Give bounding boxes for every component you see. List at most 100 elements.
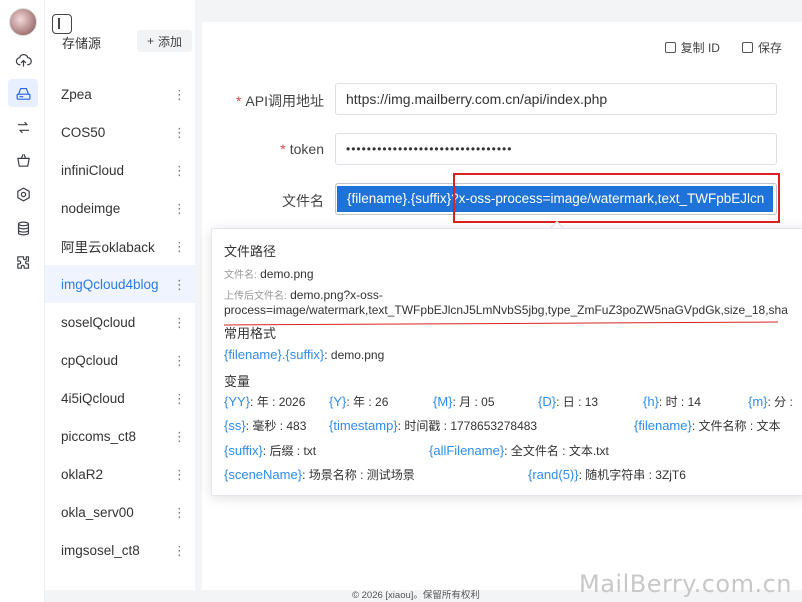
variable-name: {allFilename} [429,443,505,458]
storage-list-item[interactable]: 4i5iQcloud ⋮ [45,379,195,417]
storage-list-item[interactable]: soselQcloud ⋮ [45,303,195,341]
variable-name: {suffix} [224,443,263,458]
copy-id-button[interactable]: 复制 ID [657,36,728,58]
variable-item: {m}: 分 : [748,393,793,410]
storage-list-panel: 存储源 + 添加 Zpea ⋮ COS50 ⋮ infiniCloud ⋮ nodei… [45,0,195,590]
storage-item-label: imgQcloud4blog [61,276,159,292]
storage-list-item[interactable]: cpQcloud ⋮ [45,341,195,379]
common-format-heading: 常用格式 [224,326,277,341]
common-format-var: {filename}.{suffix} [224,347,325,362]
add-storage-label: 添加 [158,34,183,49]
common-format-value: : demo.png [324,348,385,362]
transfer-arrows-icon[interactable] [8,113,38,141]
api-url-label-text: API调用地址 [245,93,324,109]
annotation-highlight-box [453,173,780,223]
variable-name: {timestamp} [329,418,398,433]
required-mark: * [235,93,242,109]
variable-desc: : 日 : 13 [556,395,599,409]
more-vertical-icon[interactable]: ⋮ [173,468,186,481]
variable-item: {suffix}: 后缀 : txt [224,442,316,459]
toolbar: 复制 ID 保存 [657,36,790,58]
variable-desc: : 毫秒 : 483 [245,419,307,433]
storage-list-item[interactable]: Zpea ⋮ [45,75,195,113]
storage-list-item[interactable]: okla_serv00 ⋮ [45,493,195,531]
more-vertical-icon[interactable]: ⋮ [173,164,186,177]
more-vertical-icon[interactable]: ⋮ [173,126,186,139]
variable-item: {M}: 月 : 05 [433,393,495,410]
save-button[interactable]: 保存 [734,36,790,58]
storage-list-item[interactable]: nodeimge ⋮ [45,189,195,227]
variable-item: {rand(5)}: 随机字符串 : 3ZjT6 [528,466,686,483]
more-vertical-icon[interactable]: ⋮ [173,278,186,291]
api-url-input[interactable]: https://img.mailberry.com.cn/api/index.p… [335,83,777,115]
storage-item-label: nodeimge [61,200,121,216]
more-vertical-icon[interactable]: ⋮ [173,392,186,405]
variable-name: {Y} [329,394,347,409]
token-input[interactable]: •••••••••••••••••••••••••••••••• [335,133,777,165]
storage-item-label: soselQcloud [61,314,136,330]
copy-icon [664,41,676,53]
variable-desc: : 后缀 : txt [262,444,317,458]
site-watermark: MailBerry.com.cn [579,570,792,598]
more-vertical-icon[interactable]: ⋮ [173,240,186,253]
storage-list-title: 存储源 [62,36,102,51]
token-label: * token [222,141,324,157]
variable-desc: : 场景名称 : 测试场景 [302,468,415,482]
variable-name: {ss} [224,418,246,433]
variables-heading: 变量 [224,374,251,389]
variable-desc: : 时 : 14 [658,395,701,409]
storage-list-item[interactable]: infiniCloud ⋮ [45,151,195,189]
popover-title: 文件路径 [224,244,277,259]
storage-item-label: piccoms_ct8 [61,428,137,444]
variable-desc: : 文件名称 : 文本 [691,419,781,433]
variable-item: {allFilename}: 全文件名 : 文本.txt [429,442,609,459]
variable-item: {YY}: 年 : 2026 [224,393,305,410]
storage-list-item[interactable]: imgsosel_ct8 ⋮ [45,531,195,569]
storage-item-label: okla_serv00 [61,504,134,520]
more-vertical-icon[interactable]: ⋮ [173,354,186,367]
required-mark: * [280,141,286,157]
basket-icon[interactable] [8,146,38,174]
storage-drive-icon[interactable] [8,79,38,107]
variable-desc: : 年 : 2026 [250,395,306,409]
variable-item: {timestamp}: 时间戳 : 1778653278483 [329,417,537,434]
example-filename-row: 文件名: demo.png [224,266,314,281]
filename-label: 文件名 [282,193,324,209]
storage-item-label: Zpea [61,86,92,102]
common-format-row: {filename}.{suffix}: demo.png [224,347,384,362]
variable-name: {M} [433,394,453,409]
variable-desc: : 全文件名 : 文本.txt [504,444,609,458]
storage-list-item[interactable]: COS50 ⋮ [45,113,195,151]
plus-icon: + [147,34,155,48]
token-label-text: token [289,141,324,157]
settings-hexagon-icon[interactable] [8,180,38,208]
uploaded-filename-value-line1: demo.png?x-oss- [290,288,383,302]
filename-help-popover: 文件路径 文件名: demo.png 上传后文件名: demo.png?x-os… [211,228,802,496]
more-vertical-icon[interactable]: ⋮ [173,544,186,557]
variable-name: {filename} [634,418,692,433]
upload-cloud-icon[interactable] [8,46,38,74]
plugin-puzzle-icon[interactable] [8,248,38,276]
database-icon[interactable] [8,214,38,242]
variable-item: {ss}: 毫秒 : 483 [224,417,306,434]
example-filename-value: demo.png [260,267,314,281]
variable-name: {rand(5)} [528,467,579,482]
storage-list-item[interactable]: oklaR2 ⋮ [45,455,195,493]
uploaded-filename-label: 上传后文件名: [224,291,287,302]
storage-list-item[interactable]: 阿里云oklaback ⋮ [45,227,195,265]
uploaded-filename-value-line2: process=image/watermark,text_TWFpbEJlcnJ… [224,303,788,317]
more-vertical-icon[interactable]: ⋮ [173,506,186,519]
more-vertical-icon[interactable]: ⋮ [173,316,186,329]
storage-list-item[interactable]: piccoms_ct8 ⋮ [45,417,195,455]
more-vertical-icon[interactable]: ⋮ [173,430,186,443]
storage-list-item-selected[interactable]: imgQcloud4blog ⋮ [45,265,195,303]
storage-item-label: 阿里云oklaback [61,240,155,255]
variable-name: {m} [748,394,768,409]
sidebar-toggle-icon[interactable] [52,14,72,34]
variable-name: {D} [538,394,557,409]
avatar[interactable] [9,8,37,36]
add-storage-button[interactable]: + 添加 [137,30,193,52]
variable-name: {h} [643,394,659,409]
more-vertical-icon[interactable]: ⋮ [173,202,186,215]
more-vertical-icon[interactable]: ⋮ [173,88,186,101]
